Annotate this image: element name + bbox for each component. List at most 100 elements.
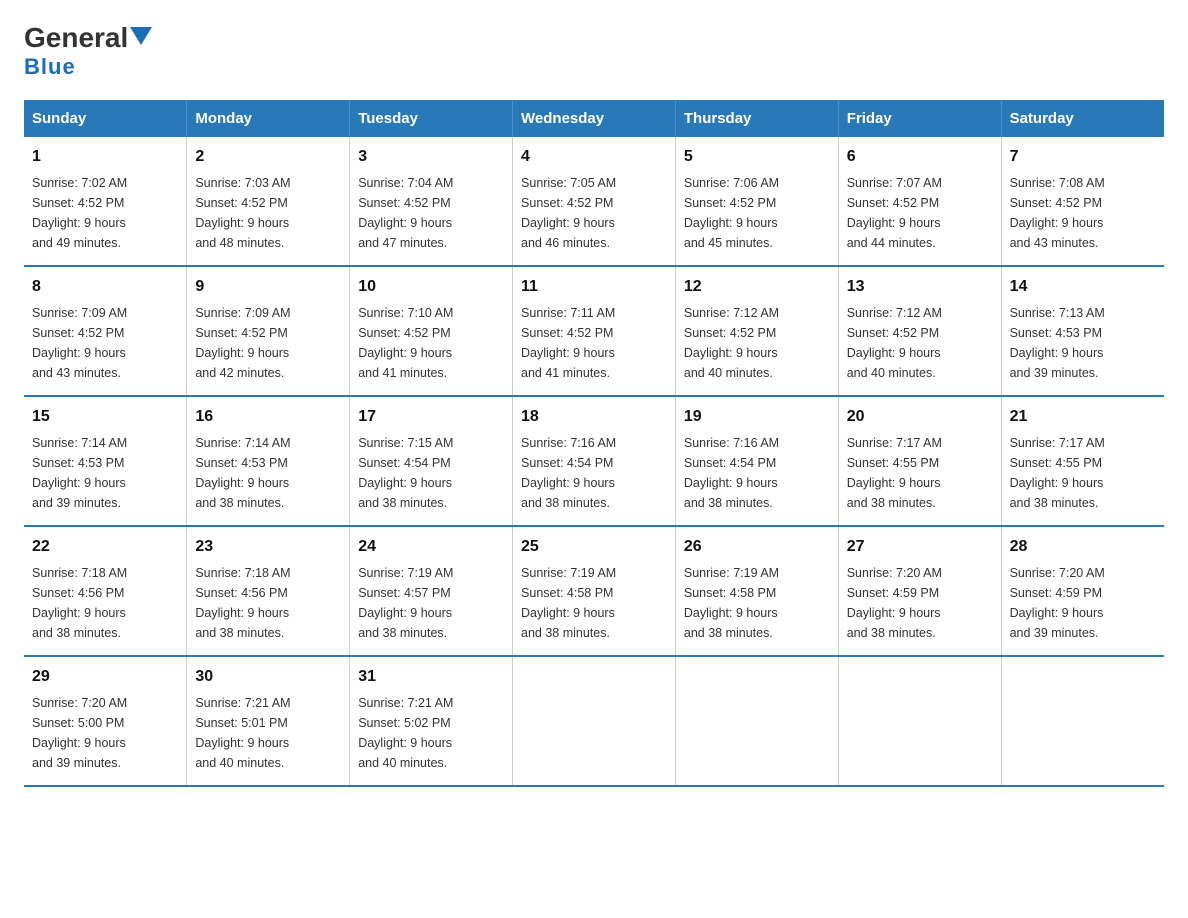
day-number: 25 [521, 535, 667, 559]
day-info: Sunrise: 7:16 AMSunset: 4:54 PMDaylight:… [684, 433, 830, 513]
calendar-day-cell [675, 656, 838, 786]
calendar-day-cell: 24 Sunrise: 7:19 AMSunset: 4:57 PMDaylig… [350, 526, 513, 656]
day-number: 11 [521, 275, 667, 299]
calendar-week-row: 29 Sunrise: 7:20 AMSunset: 5:00 PMDaylig… [24, 656, 1164, 786]
day-number: 23 [195, 535, 341, 559]
day-number: 15 [32, 405, 178, 429]
day-number: 6 [847, 145, 993, 169]
calendar-day-cell: 8 Sunrise: 7:09 AMSunset: 4:52 PMDayligh… [24, 266, 187, 396]
day-info: Sunrise: 7:04 AMSunset: 4:52 PMDaylight:… [358, 173, 504, 253]
day-info: Sunrise: 7:17 AMSunset: 4:55 PMDaylight:… [847, 433, 993, 513]
calendar-day-cell: 4 Sunrise: 7:05 AMSunset: 4:52 PMDayligh… [513, 137, 676, 266]
calendar-day-cell: 29 Sunrise: 7:20 AMSunset: 5:00 PMDaylig… [24, 656, 187, 786]
day-number: 22 [32, 535, 178, 559]
page-header: General Blue [24, 24, 1164, 80]
day-number: 4 [521, 145, 667, 169]
calendar-day-cell: 25 Sunrise: 7:19 AMSunset: 4:58 PMDaylig… [513, 526, 676, 656]
calendar-day-cell: 20 Sunrise: 7:17 AMSunset: 4:55 PMDaylig… [838, 396, 1001, 526]
calendar-day-cell: 21 Sunrise: 7:17 AMSunset: 4:55 PMDaylig… [1001, 396, 1164, 526]
calendar-day-cell: 31 Sunrise: 7:21 AMSunset: 5:02 PMDaylig… [350, 656, 513, 786]
day-info: Sunrise: 7:19 AMSunset: 4:57 PMDaylight:… [358, 563, 504, 643]
weekday-header-monday: Monday [187, 100, 350, 137]
calendar-day-cell: 15 Sunrise: 7:14 AMSunset: 4:53 PMDaylig… [24, 396, 187, 526]
day-info: Sunrise: 7:08 AMSunset: 4:52 PMDaylight:… [1010, 173, 1156, 253]
calendar-day-cell: 7 Sunrise: 7:08 AMSunset: 4:52 PMDayligh… [1001, 137, 1164, 266]
day-info: Sunrise: 7:18 AMSunset: 4:56 PMDaylight:… [32, 563, 178, 643]
calendar-day-cell: 18 Sunrise: 7:16 AMSunset: 4:54 PMDaylig… [513, 396, 676, 526]
calendar-day-cell: 28 Sunrise: 7:20 AMSunset: 4:59 PMDaylig… [1001, 526, 1164, 656]
calendar-day-cell: 6 Sunrise: 7:07 AMSunset: 4:52 PMDayligh… [838, 137, 1001, 266]
day-info: Sunrise: 7:19 AMSunset: 4:58 PMDaylight:… [684, 563, 830, 643]
day-number: 24 [358, 535, 504, 559]
day-info: Sunrise: 7:07 AMSunset: 4:52 PMDaylight:… [847, 173, 993, 253]
day-number: 17 [358, 405, 504, 429]
day-info: Sunrise: 7:15 AMSunset: 4:54 PMDaylight:… [358, 433, 504, 513]
day-info: Sunrise: 7:17 AMSunset: 4:55 PMDaylight:… [1010, 433, 1156, 513]
weekday-header-thursday: Thursday [675, 100, 838, 137]
calendar-week-row: 15 Sunrise: 7:14 AMSunset: 4:53 PMDaylig… [24, 396, 1164, 526]
weekday-header-sunday: Sunday [24, 100, 187, 137]
day-info: Sunrise: 7:06 AMSunset: 4:52 PMDaylight:… [684, 173, 830, 253]
day-number: 20 [847, 405, 993, 429]
day-number: 13 [847, 275, 993, 299]
day-number: 7 [1010, 145, 1156, 169]
weekday-header-saturday: Saturday [1001, 100, 1164, 137]
day-info: Sunrise: 7:02 AMSunset: 4:52 PMDaylight:… [32, 173, 178, 253]
day-number: 9 [195, 275, 341, 299]
day-info: Sunrise: 7:12 AMSunset: 4:52 PMDaylight:… [684, 303, 830, 383]
calendar-day-cell [513, 656, 676, 786]
day-number: 26 [684, 535, 830, 559]
weekday-header-tuesday: Tuesday [350, 100, 513, 137]
calendar-day-cell: 26 Sunrise: 7:19 AMSunset: 4:58 PMDaylig… [675, 526, 838, 656]
day-info: Sunrise: 7:21 AMSunset: 5:01 PMDaylight:… [195, 693, 341, 773]
calendar-day-cell: 13 Sunrise: 7:12 AMSunset: 4:52 PMDaylig… [838, 266, 1001, 396]
calendar-day-cell: 22 Sunrise: 7:18 AMSunset: 4:56 PMDaylig… [24, 526, 187, 656]
day-info: Sunrise: 7:13 AMSunset: 4:53 PMDaylight:… [1010, 303, 1156, 383]
day-number: 30 [195, 665, 341, 689]
day-info: Sunrise: 7:19 AMSunset: 4:58 PMDaylight:… [521, 563, 667, 643]
day-info: Sunrise: 7:18 AMSunset: 4:56 PMDaylight:… [195, 563, 341, 643]
calendar-day-cell: 1 Sunrise: 7:02 AMSunset: 4:52 PMDayligh… [24, 137, 187, 266]
weekday-header-wednesday: Wednesday [513, 100, 676, 137]
day-info: Sunrise: 7:14 AMSunset: 4:53 PMDaylight:… [32, 433, 178, 513]
calendar-day-cell: 16 Sunrise: 7:14 AMSunset: 4:53 PMDaylig… [187, 396, 350, 526]
day-info: Sunrise: 7:20 AMSunset: 4:59 PMDaylight:… [847, 563, 993, 643]
day-number: 8 [32, 275, 178, 299]
day-info: Sunrise: 7:14 AMSunset: 4:53 PMDaylight:… [195, 433, 341, 513]
day-number: 31 [358, 665, 504, 689]
day-info: Sunrise: 7:20 AMSunset: 4:59 PMDaylight:… [1010, 563, 1156, 643]
calendar-day-cell: 12 Sunrise: 7:12 AMSunset: 4:52 PMDaylig… [675, 266, 838, 396]
day-info: Sunrise: 7:05 AMSunset: 4:52 PMDaylight:… [521, 173, 667, 253]
logo: General Blue [24, 24, 152, 80]
day-number: 16 [195, 405, 341, 429]
day-number: 2 [195, 145, 341, 169]
calendar-day-cell: 30 Sunrise: 7:21 AMSunset: 5:01 PMDaylig… [187, 656, 350, 786]
calendar-day-cell: 23 Sunrise: 7:18 AMSunset: 4:56 PMDaylig… [187, 526, 350, 656]
day-info: Sunrise: 7:21 AMSunset: 5:02 PMDaylight:… [358, 693, 504, 773]
calendar-day-cell: 19 Sunrise: 7:16 AMSunset: 4:54 PMDaylig… [675, 396, 838, 526]
day-number: 3 [358, 145, 504, 169]
day-number: 28 [1010, 535, 1156, 559]
calendar-table: SundayMondayTuesdayWednesdayThursdayFrid… [24, 100, 1164, 787]
day-info: Sunrise: 7:03 AMSunset: 4:52 PMDaylight:… [195, 173, 341, 253]
logo-general: General [24, 24, 128, 52]
logo-blue: Blue [24, 54, 76, 80]
calendar-week-row: 8 Sunrise: 7:09 AMSunset: 4:52 PMDayligh… [24, 266, 1164, 396]
day-number: 1 [32, 145, 178, 169]
day-info: Sunrise: 7:09 AMSunset: 4:52 PMDaylight:… [32, 303, 178, 383]
calendar-day-cell: 9 Sunrise: 7:09 AMSunset: 4:52 PMDayligh… [187, 266, 350, 396]
calendar-day-cell: 27 Sunrise: 7:20 AMSunset: 4:59 PMDaylig… [838, 526, 1001, 656]
logo-triangle-icon [130, 27, 152, 45]
day-info: Sunrise: 7:16 AMSunset: 4:54 PMDaylight:… [521, 433, 667, 513]
day-info: Sunrise: 7:09 AMSunset: 4:52 PMDaylight:… [195, 303, 341, 383]
calendar-week-row: 22 Sunrise: 7:18 AMSunset: 4:56 PMDaylig… [24, 526, 1164, 656]
day-number: 12 [684, 275, 830, 299]
day-number: 19 [684, 405, 830, 429]
day-number: 10 [358, 275, 504, 299]
day-number: 27 [847, 535, 993, 559]
calendar-day-cell: 10 Sunrise: 7:10 AMSunset: 4:52 PMDaylig… [350, 266, 513, 396]
weekday-header-row: SundayMondayTuesdayWednesdayThursdayFrid… [24, 100, 1164, 137]
calendar-day-cell: 11 Sunrise: 7:11 AMSunset: 4:52 PMDaylig… [513, 266, 676, 396]
day-info: Sunrise: 7:10 AMSunset: 4:52 PMDaylight:… [358, 303, 504, 383]
calendar-day-cell: 14 Sunrise: 7:13 AMSunset: 4:53 PMDaylig… [1001, 266, 1164, 396]
